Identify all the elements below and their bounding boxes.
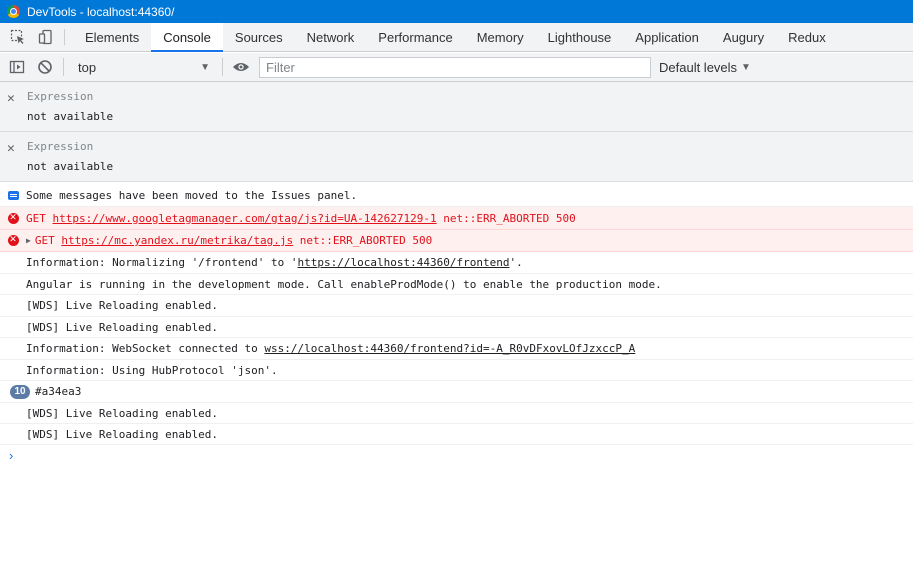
message-text: Angular is running in the development mo…	[26, 277, 662, 291]
log-levels-label: Default levels	[659, 59, 738, 75]
log-message: Angular is running in the development mo…	[0, 274, 913, 295]
log-message: [WDS] Live Reloading enabled.	[0, 295, 913, 317]
tab-elements[interactable]: Elements	[73, 23, 151, 51]
message-text: [WDS] Live Reloading enabled.	[26, 406, 219, 420]
tab-performance[interactable]: Performance	[366, 23, 464, 51]
log-levels-dropdown[interactable]: Default levels ▼	[659, 60, 751, 75]
log-message: Information: Normalizing '/frontend' to …	[0, 252, 913, 274]
message-text: Information: Normalizing '/frontend' to …	[26, 256, 298, 269]
log-message: [WDS] Live Reloading enabled.	[0, 424, 913, 445]
show-sidebar-icon[interactable]	[3, 53, 31, 81]
message-url-link[interactable]: wss://localhost:44360/frontend?id=-A_R0v…	[264, 342, 635, 355]
device-toolbar-icon[interactable]	[32, 23, 60, 51]
tab-console[interactable]: Console	[151, 23, 223, 52]
chevron-down-icon: ▼	[200, 61, 210, 73]
window-title-bar: DevTools - localhost:44360/	[0, 0, 913, 23]
message-text: Information: WebSocket connected to	[26, 342, 265, 355]
context-selector[interactable]: top ▼	[68, 56, 218, 78]
error-method: GET	[26, 211, 46, 225]
issues-message: Some messages have been moved to the Iss…	[0, 184, 913, 207]
expression-value: not available	[27, 110, 114, 123]
tab-network[interactable]: Network	[295, 23, 367, 51]
error-method: GET	[34, 234, 55, 247]
message-text: Some messages have been moved to the Iss…	[26, 188, 358, 202]
tab-lighthouse[interactable]: Lighthouse	[536, 23, 624, 51]
log-message: [WDS] Live Reloading enabled.	[0, 317, 913, 338]
chrome-logo-icon	[7, 5, 20, 18]
filter-placeholder: Filter	[266, 59, 295, 75]
error-icon: ✕	[7, 212, 19, 224]
message-text: '.	[509, 256, 523, 269]
error-message: ✕ ▶ GET https://mc.yandex.ru/metrika/tag…	[0, 230, 913, 252]
log-message: [WDS] Live Reloading enabled.	[0, 403, 913, 424]
tab-redux[interactable]: Redux	[776, 23, 838, 51]
message-url-link[interactable]: https://localhost:44360/frontend	[298, 256, 510, 269]
message-text: [WDS] Live Reloading enabled.	[26, 320, 219, 334]
error-icon: ✕	[7, 235, 19, 246]
window-title: DevTools - localhost:44360/	[27, 4, 175, 19]
expression-label[interactable]: Expression	[27, 140, 93, 153]
expression-label[interactable]: Expression	[27, 90, 93, 103]
error-url-link[interactable]: https://www.googletagmanager.com/gtag/js…	[53, 212, 437, 225]
live-expression-eye-icon[interactable]	[227, 53, 255, 81]
repeated-log-message: 10 #a34ea3	[0, 381, 913, 403]
live-expression: ✕ Expression not available	[0, 82, 913, 132]
chevron-down-icon: ▼	[741, 61, 751, 73]
issues-info-icon	[7, 190, 19, 200]
panel-tabs-bar: Elements Console Sources Network Perform…	[0, 23, 913, 52]
expression-value: not available	[27, 160, 114, 173]
expand-triangle-icon[interactable]: ▶	[26, 236, 31, 245]
live-expression: ✕ Expression not available	[0, 132, 913, 182]
remove-expression-icon[interactable]: ✕	[7, 91, 15, 106]
error-status: net::ERR_ABORTED 500	[443, 211, 576, 225]
message-text: #a34ea3	[35, 385, 82, 398]
error-url-link[interactable]: https://mc.yandex.ru/metrika/tag.js	[61, 234, 293, 247]
tab-application[interactable]: Application	[623, 23, 711, 51]
console-toolbar: top ▼ Filter Default levels ▼	[0, 53, 913, 82]
error-status: net::ERR_ABORTED 500	[299, 234, 433, 247]
filter-input[interactable]: Filter	[259, 56, 651, 78]
repeat-count-badge: 10	[10, 384, 30, 399]
message-text: [WDS] Live Reloading enabled.	[26, 299, 219, 312]
tab-memory[interactable]: Memory	[465, 23, 536, 51]
inspect-element-icon[interactable]	[4, 23, 32, 51]
message-text: [WDS] Live Reloading enabled.	[26, 427, 219, 441]
remove-expression-icon[interactable]: ✕	[7, 141, 15, 156]
context-value: top	[78, 59, 97, 75]
error-message: ✕ GET https://www.googletagmanager.com/g…	[0, 207, 913, 230]
clear-console-icon[interactable]	[31, 53, 59, 81]
tab-augury[interactable]: Augury	[711, 23, 776, 51]
console-prompt-icon[interactable]: ›	[9, 448, 13, 463]
tab-sources[interactable]: Sources	[223, 23, 295, 51]
message-text: Information: Using HubProtocol 'json'.	[26, 363, 278, 377]
log-message: Information: Using HubProtocol 'json'.	[0, 360, 913, 381]
log-message: Information: WebSocket connected to wss:…	[0, 338, 913, 360]
